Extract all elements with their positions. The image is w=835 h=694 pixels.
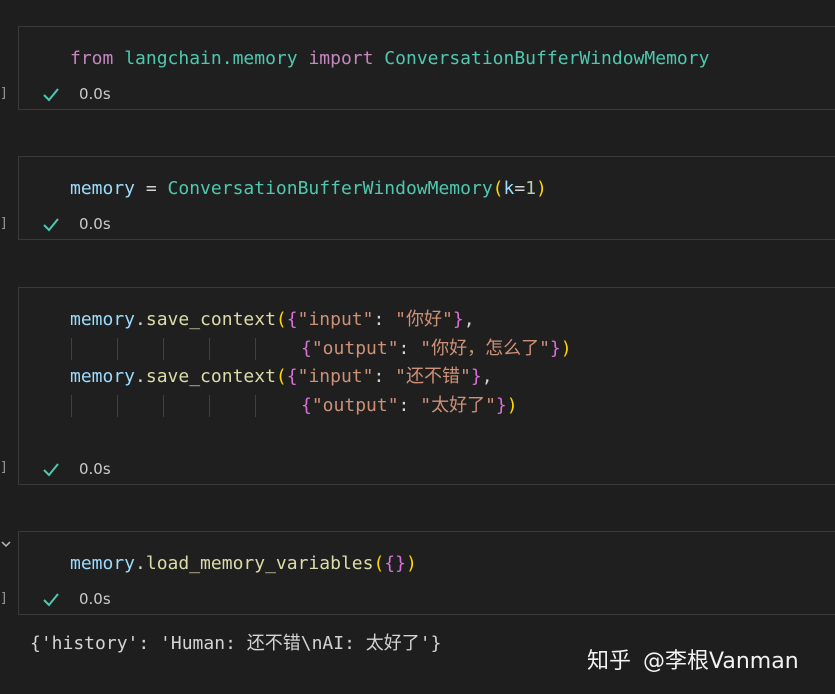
execution-bracket: ] bbox=[0, 591, 8, 606]
colon: : bbox=[373, 366, 396, 387]
string-key: "input" bbox=[297, 366, 374, 387]
check-icon bbox=[43, 218, 59, 232]
code-line[interactable]: {"output": "你好，怎么了"}) bbox=[301, 338, 572, 360]
paren-open: ( bbox=[275, 366, 287, 387]
execution-bracket: ] bbox=[0, 216, 8, 231]
string-value: "你好，怎么了" bbox=[420, 338, 550, 359]
indent-guide bbox=[209, 338, 210, 360]
function-name: save_context bbox=[145, 366, 276, 387]
indent-guide bbox=[71, 395, 72, 417]
brace-open: { bbox=[286, 309, 298, 330]
paren-close: ) bbox=[506, 395, 518, 416]
indent-guide bbox=[255, 395, 256, 417]
indent-guide bbox=[163, 338, 164, 360]
cell-status: 0.0s bbox=[41, 589, 111, 609]
dot: . bbox=[135, 309, 146, 330]
function-name: save_context bbox=[145, 309, 276, 330]
watermark-author: @李根Vanman bbox=[643, 649, 799, 674]
dot: . bbox=[135, 366, 146, 387]
check-icon bbox=[43, 463, 59, 477]
indent-guide bbox=[71, 338, 72, 360]
code-cell-2[interactable]: memory = ConversationBufferWindowMemory(… bbox=[18, 156, 835, 240]
paren-open: ( bbox=[373, 553, 385, 574]
code-line[interactable]: memory.load_memory_variables({}) bbox=[70, 553, 417, 575]
code-line[interactable]: from langchain.memory import Conversatio… bbox=[70, 48, 709, 70]
indent-guide bbox=[117, 395, 118, 417]
brace-close: } bbox=[452, 309, 464, 330]
variable-memory: memory bbox=[70, 366, 136, 387]
check-icon bbox=[43, 88, 59, 102]
brace-open: { bbox=[301, 395, 312, 416]
string-value: "你好" bbox=[395, 309, 453, 330]
class-name: ConversationBufferWindowMemory bbox=[373, 48, 710, 69]
colon: : bbox=[373, 309, 396, 330]
brace-close: } bbox=[495, 395, 507, 416]
execution-time: 0.0s bbox=[79, 215, 111, 233]
operator: = bbox=[514, 178, 526, 199]
string-value: "太好了" bbox=[420, 395, 496, 416]
code-line[interactable]: memory.save_context({"input": "你好"}, bbox=[70, 309, 475, 331]
code-line[interactable]: memory = ConversationBufferWindowMemory(… bbox=[70, 178, 547, 200]
colon: : bbox=[398, 338, 421, 359]
string-key: "output" bbox=[311, 395, 399, 416]
operator: = bbox=[135, 178, 168, 199]
cell-status: 0.0s bbox=[41, 214, 111, 234]
brace-close: } bbox=[549, 338, 561, 359]
comma: , bbox=[481, 366, 493, 387]
execution-bracket: ] bbox=[0, 460, 8, 475]
code-cell-3[interactable]: memory.save_context({"input": "你好"}, {"o… bbox=[18, 287, 835, 485]
param-k: k bbox=[503, 178, 515, 199]
check-icon bbox=[43, 593, 59, 607]
execution-time: 0.0s bbox=[79, 460, 111, 478]
zhihu-logo: 知乎 bbox=[587, 649, 632, 674]
indent-guide bbox=[163, 395, 164, 417]
code-line[interactable]: {"output": "太好了"}) bbox=[301, 395, 518, 417]
cell-status: 0.0s bbox=[41, 84, 111, 104]
code-line[interactable]: memory.save_context({"input": "还不错"}, bbox=[70, 366, 493, 388]
variable-memory: memory bbox=[70, 553, 136, 574]
comma: , bbox=[463, 309, 475, 330]
indent-guide bbox=[117, 338, 118, 360]
paren-close: ) bbox=[536, 178, 547, 199]
execution-time: 0.0s bbox=[79, 85, 111, 103]
cell-status: 0.0s bbox=[41, 459, 111, 479]
colon: : bbox=[398, 395, 421, 416]
class-name: ConversationBufferWindowMemory bbox=[167, 178, 493, 199]
module-name: langchain.memory bbox=[113, 48, 309, 69]
paren-close: ) bbox=[405, 553, 417, 574]
variable-memory: memory bbox=[70, 309, 136, 330]
number-literal: 1 bbox=[525, 178, 537, 199]
string-value: "还不错" bbox=[395, 366, 471, 387]
keyword-from: from bbox=[70, 48, 114, 69]
paren-open: ( bbox=[275, 309, 287, 330]
execution-bracket: ] bbox=[0, 86, 8, 101]
brace-close: } bbox=[470, 366, 482, 387]
brace-open: { bbox=[301, 338, 312, 359]
code-cell-1[interactable]: from langchain.memory import Conversatio… bbox=[18, 26, 835, 110]
watermark: 知乎 @李根Vanman bbox=[587, 643, 799, 675]
paren-close: ) bbox=[560, 338, 572, 359]
cell-output: {'history': 'Human: 还不错\nAI: 太好了'} bbox=[30, 633, 442, 654]
brace-pair: {} bbox=[384, 553, 406, 574]
variable-memory: memory bbox=[70, 178, 136, 199]
brace-open: { bbox=[286, 366, 298, 387]
execution-time: 0.0s bbox=[79, 590, 111, 608]
dot: . bbox=[135, 553, 146, 574]
string-key: "input" bbox=[297, 309, 374, 330]
code-cell-4[interactable]: memory.load_memory_variables({}) 0.0s bbox=[18, 531, 835, 615]
string-key: "output" bbox=[311, 338, 399, 359]
indent-guide bbox=[209, 395, 210, 417]
chevron-down-icon[interactable] bbox=[0, 538, 12, 550]
paren-open: ( bbox=[492, 178, 504, 199]
indent-guide bbox=[255, 338, 256, 360]
keyword-import: import bbox=[308, 48, 374, 69]
function-name: load_memory_variables bbox=[145, 553, 374, 574]
